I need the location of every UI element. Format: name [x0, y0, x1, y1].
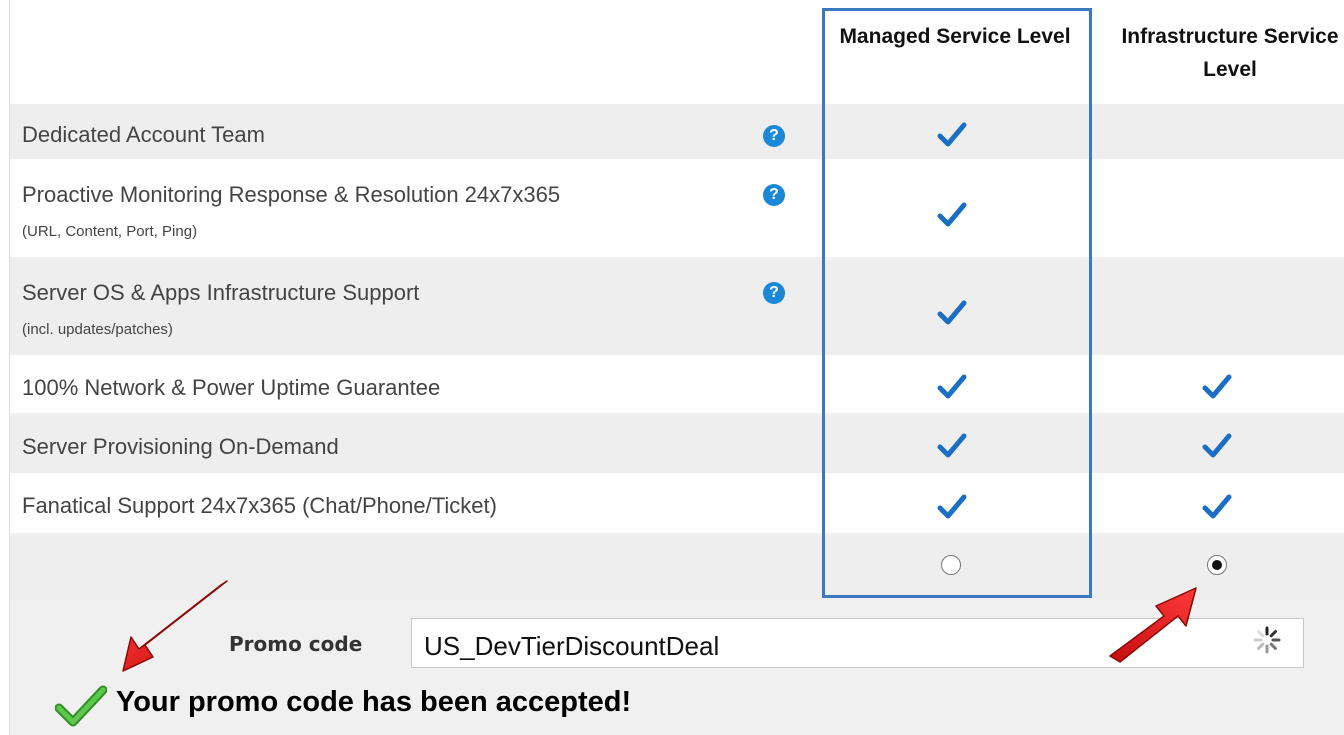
check-icon [937, 494, 967, 519]
table-row: Server OS & Apps Infrastructure Support … [10, 260, 1344, 358]
feature-sublabel: (incl. updates/patches) [22, 321, 173, 338]
loading-spinner-icon [1253, 626, 1281, 654]
feature-label: Server Provisioning On-Demand [22, 434, 339, 459]
help-icon[interactable]: ? [763, 282, 785, 304]
table-header: Managed Service Level Infrastructure Ser… [10, 0, 1344, 105]
check-icon [937, 300, 967, 325]
check-icon [937, 374, 967, 399]
red-arrow-icon [1109, 587, 1197, 663]
service-level-comparison: Managed Service Level Infrastructure Ser… [0, 0, 1344, 735]
infrastructure-service-header: Infrastructure Service Level [1121, 25, 1339, 81]
table-row: Fanatical Support 24x7x365 (Chat/Phone/T… [10, 476, 1344, 536]
managed-service-radio[interactable] [941, 555, 961, 575]
feature-label: 100% Network & Power Uptime Guarantee [22, 375, 441, 400]
table-row: Proactive Monitoring Response & Resoluti… [10, 162, 1344, 260]
promo-code-label: Promo code [229, 632, 363, 656]
feature-label: Dedicated Account Team [22, 122, 265, 147]
help-icon[interactable]: ? [763, 125, 785, 147]
table-row: 100% Network & Power Uptime Guarantee [10, 358, 1344, 416]
feature-sublabel: (URL, Content, Port, Ping) [22, 223, 198, 240]
managed-service-header: Managed Service Level [839, 25, 1071, 48]
help-icon[interactable]: ? [763, 184, 785, 206]
radio-selected-dot [1212, 560, 1222, 570]
check-icon [1202, 374, 1232, 399]
check-icon [937, 433, 967, 458]
feature-label: Proactive Monitoring Response & Resoluti… [22, 182, 561, 207]
table-row: Dedicated Account Team ? [10, 104, 1344, 162]
table-row: Server Provisioning On-Demand [10, 416, 1344, 476]
check-icon [937, 122, 967, 147]
check-icon [937, 202, 967, 227]
infrastructure-service-radio[interactable] [1207, 555, 1227, 575]
feature-label: Server OS & Apps Infrastructure Support [22, 280, 420, 305]
red-arrow-icon [122, 580, 228, 672]
success-check-icon [55, 685, 107, 727]
check-icon [1202, 433, 1232, 458]
check-icon [1202, 494, 1232, 519]
feature-label: Fanatical Support 24x7x365 (Chat/Phone/T… [22, 493, 497, 518]
